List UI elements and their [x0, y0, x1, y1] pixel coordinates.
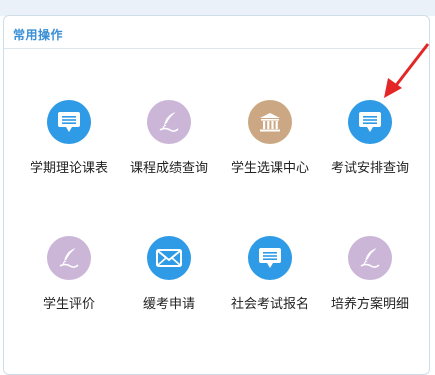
- quill-icon: [348, 236, 392, 280]
- operation-label: 学生选课中心: [230, 161, 309, 176]
- operation-label: 缓考申请: [142, 297, 195, 312]
- operation-item-term-timetable[interactable]: 学期理论课表: [21, 100, 117, 179]
- panel-title: 常用操作: [13, 28, 64, 42]
- operation-label: 培养方案明细: [330, 297, 409, 312]
- operation-label: 学生评价: [42, 297, 95, 312]
- operation-item-course-selection[interactable]: 学生选课中心: [222, 100, 318, 179]
- quill-icon: [47, 236, 91, 280]
- quill-icon: [147, 100, 191, 144]
- operation-label: 社会考试报名: [230, 297, 309, 312]
- operation-label: 考试安排查询: [330, 161, 409, 176]
- operation-item-exam-schedule[interactable]: 考试安排查询: [322, 100, 418, 179]
- operation-item-grade-query[interactable]: 课程成绩查询: [121, 100, 217, 179]
- operation-item-training-plan[interactable]: 培养方案明细: [322, 236, 418, 315]
- common-operations-panel: 常用操作 学期理论课表 课程成绩查询 学生选课中心 考试安排查询 学生评价 缓考…: [3, 15, 430, 375]
- red-arrow-annotation: [384, 43, 430, 98]
- message-icon: [248, 236, 292, 280]
- operation-item-student-evaluation[interactable]: 学生评价: [21, 236, 117, 315]
- operation-item-exam-deferral[interactable]: 缓考申请: [121, 236, 217, 315]
- operation-item-social-exam-registration[interactable]: 社会考试报名: [222, 236, 318, 315]
- envelope-icon: [147, 236, 191, 280]
- top-bar: [0, 0, 435, 16]
- building-icon: [248, 100, 292, 144]
- panel-header: 常用操作: [4, 16, 429, 49]
- message-icon: [47, 100, 91, 144]
- message-icon: [348, 100, 392, 144]
- operation-label: 学期理论课表: [29, 161, 108, 176]
- operation-label: 课程成绩查询: [129, 161, 208, 176]
